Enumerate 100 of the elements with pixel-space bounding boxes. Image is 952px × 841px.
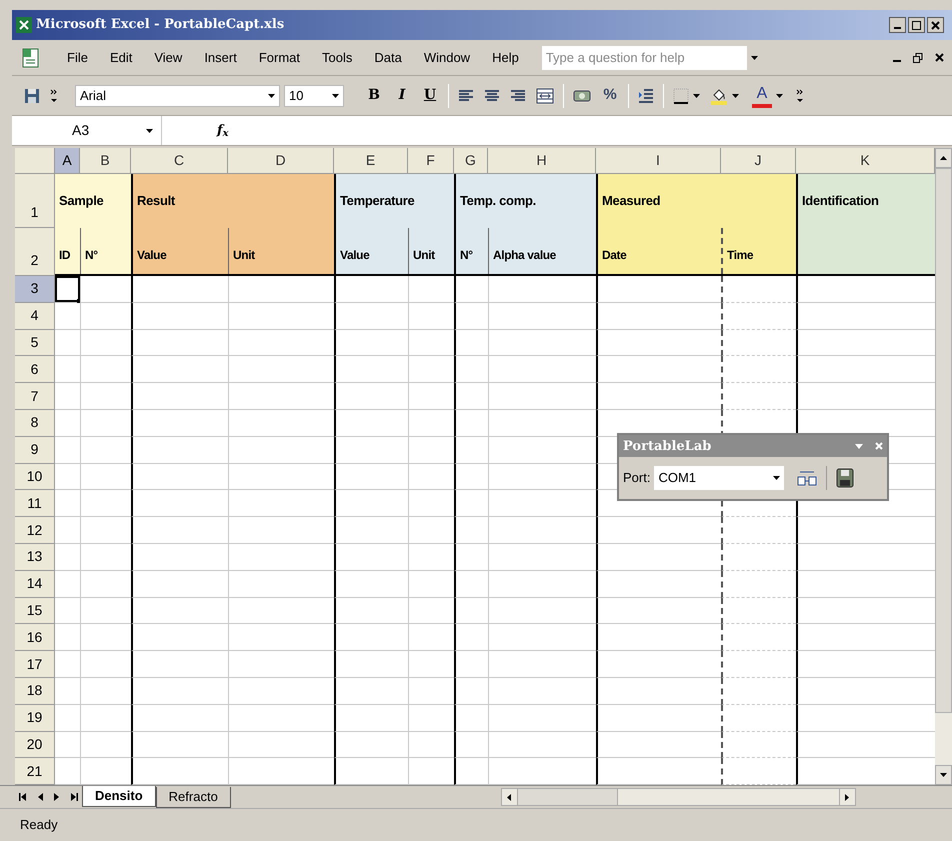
- column-header[interactable]: J: [721, 148, 796, 174]
- merge-icon[interactable]: [536, 88, 554, 104]
- row-header[interactable]: 21: [15, 758, 55, 786]
- row-header[interactable]: 7: [15, 383, 55, 410]
- insert-function-button[interactable]: f$_{x}$: [217, 120, 228, 140]
- borders-icon[interactable]: [673, 88, 689, 104]
- row-header[interactable]: 17: [15, 651, 55, 678]
- scroll-left-icon[interactable]: [507, 794, 512, 801]
- next-sheet-icon[interactable]: [53, 793, 61, 802]
- group-label: Sample: [59, 192, 104, 210]
- name-box[interactable]: A3: [12, 116, 162, 145]
- column-header[interactable]: I: [596, 148, 721, 174]
- close-icon[interactable]: [935, 53, 944, 62]
- bold-button[interactable]: B: [360, 82, 388, 110]
- more-icon[interactable]: [796, 88, 804, 102]
- help-dropdown-icon: [750, 56, 758, 60]
- caret-icon: [776, 94, 783, 98]
- indent-icon[interactable]: [638, 88, 654, 102]
- first-sheet-icon[interactable]: [19, 793, 27, 802]
- save-icon[interactable]: [835, 467, 856, 489]
- maximize-button[interactable]: [908, 17, 925, 33]
- align-center-icon[interactable]: [484, 88, 500, 102]
- name-box-dropdown-icon: [146, 128, 153, 132]
- row-header[interactable]: 18: [15, 678, 55, 705]
- more-icon[interactable]: [50, 88, 58, 102]
- column-header[interactable]: E: [334, 148, 408, 174]
- caret-icon: [332, 94, 339, 98]
- menu-item[interactable]: View: [145, 48, 192, 68]
- menu-item[interactable]: Help: [483, 48, 528, 68]
- previous-sheet-icon[interactable]: [36, 793, 44, 802]
- connect-icon[interactable]: [796, 469, 818, 487]
- column-header[interactable]: F: [408, 148, 454, 174]
- menu-item[interactable]: Edit: [100, 48, 142, 68]
- menu-item[interactable]: Insert: [195, 48, 246, 68]
- menu-item[interactable]: Tools: [313, 48, 362, 68]
- font-color-button[interactable]: A: [752, 84, 772, 108]
- sheet-tab[interactable]: Densito: [82, 786, 156, 808]
- percent-button[interactable]: %: [596, 82, 624, 110]
- toolbar-options-icon[interactable]: [855, 444, 863, 448]
- help-search-field[interactable]: Type a question for help: [542, 46, 747, 70]
- minimize-button[interactable]: [889, 17, 906, 33]
- row-header[interactable]: 2: [15, 228, 55, 276]
- column-header[interactable]: K: [796, 148, 935, 174]
- scroll-right-icon[interactable]: [845, 794, 850, 801]
- row-header[interactable]: 8: [15, 410, 55, 437]
- header-cell-text: N°: [459, 247, 474, 264]
- align-right-icon[interactable]: [510, 88, 526, 102]
- window-title: Microsoft Excel - PortableCapt.xls: [36, 16, 284, 34]
- vertical-scrollbar[interactable]: [935, 148, 952, 786]
- font-field[interactable]: Arial: [75, 84, 280, 106]
- row-header[interactable]: 10: [15, 464, 55, 490]
- column-header[interactable]: B: [80, 148, 131, 174]
- menu-item[interactable]: File: [58, 48, 97, 68]
- column-header[interactable]: H: [488, 148, 596, 174]
- row-header[interactable]: 11: [15, 490, 55, 518]
- horizontal-scrollbar[interactable]: [500, 788, 856, 806]
- row-header[interactable]: 19: [15, 704, 55, 732]
- row-header[interactable]: 1: [15, 174, 55, 228]
- underline-button[interactable]: U: [416, 82, 444, 110]
- row-header[interactable]: 4: [15, 302, 55, 330]
- scroll-up-icon[interactable]: [940, 156, 947, 160]
- row-header[interactable]: 16: [15, 624, 55, 652]
- sheet-tab[interactable]: Refracto: [156, 787, 231, 808]
- row-header[interactable]: 9: [15, 436, 55, 464]
- menu-item[interactable]: Window: [414, 48, 480, 68]
- header-cell-text: Date: [601, 247, 628, 264]
- row-header[interactable]: 20: [15, 732, 55, 758]
- restore-icon[interactable]: [913, 52, 923, 62]
- menu-item[interactable]: Format: [250, 48, 309, 68]
- column-header[interactable]: C: [131, 148, 228, 174]
- close-button[interactable]: [927, 17, 944, 33]
- port-dropdown[interactable]: COM1: [654, 466, 784, 490]
- group-label: Result: [137, 192, 175, 210]
- row-header[interactable]: 13: [15, 544, 55, 571]
- last-sheet-icon[interactable]: [70, 793, 78, 802]
- column-header[interactable]: A: [55, 148, 80, 174]
- caret-icon: [732, 94, 739, 98]
- status-text: Ready: [20, 816, 58, 834]
- align-left-icon[interactable]: [458, 88, 474, 102]
- fill-color-icon[interactable]: [710, 86, 728, 104]
- menu-item[interactable]: Data: [365, 48, 411, 68]
- row-header[interactable]: 14: [15, 570, 55, 598]
- column-header[interactable]: G: [454, 148, 488, 174]
- save-icon[interactable]: [24, 88, 40, 104]
- group-label: Measured: [602, 192, 660, 210]
- caret-icon: [693, 94, 700, 98]
- row-header[interactable]: 12: [15, 517, 55, 544]
- scroll-down-icon[interactable]: [940, 773, 947, 778]
- select-all-corner[interactable]: [15, 148, 55, 174]
- italic-button[interactable]: I: [388, 82, 416, 110]
- close-icon: [931, 20, 940, 30]
- row-header[interactable]: 15: [15, 598, 55, 624]
- column-header[interactable]: D: [228, 148, 334, 174]
- currency-icon[interactable]: [573, 88, 591, 102]
- font-size-field[interactable]: 10: [284, 84, 344, 106]
- header-cell-text: Value: [339, 247, 370, 264]
- row-header[interactable]: 5: [15, 330, 55, 356]
- row-header[interactable]: 6: [15, 356, 55, 384]
- spreadsheet-app-icon: [16, 17, 32, 33]
- row-header[interactable]: 3: [15, 276, 55, 303]
